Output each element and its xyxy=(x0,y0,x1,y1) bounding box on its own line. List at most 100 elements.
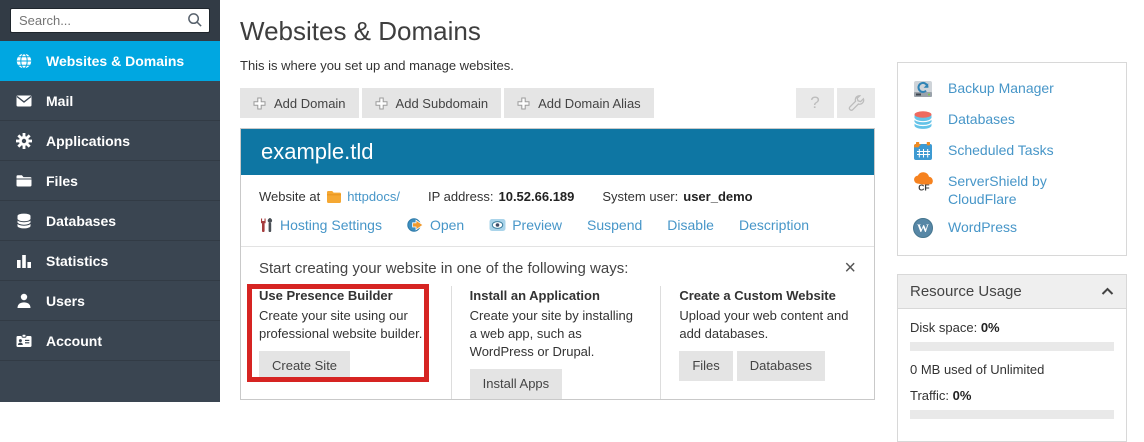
globe-icon xyxy=(15,52,33,70)
sidebar-nav: Websites & Domains Mail Applications Fil… xyxy=(0,41,220,361)
add-domain-alias-button[interactable]: Add Domain Alias xyxy=(504,88,654,118)
sidebar-item-label: Statistics xyxy=(46,253,108,269)
help-button[interactable]: ? xyxy=(796,88,834,118)
files-button[interactable]: Files xyxy=(679,351,732,381)
database-color-icon xyxy=(912,109,936,131)
add-subdomain-button[interactable]: Add Subdomain xyxy=(362,88,502,118)
sidebar-item-label: Websites & Domains xyxy=(46,53,184,69)
sidebar-item-users[interactable]: Users xyxy=(0,281,220,321)
sidebar: Websites & Domains Mail Applications Fil… xyxy=(0,0,220,402)
traffic-line: Traffic: 0% xyxy=(910,388,1114,403)
databases-button[interactable]: Databases xyxy=(737,351,825,381)
hosting-settings-link[interactable]: Hosting Settings xyxy=(259,217,382,233)
shortcut-label: WordPress xyxy=(948,218,1017,236)
suspend-link[interactable]: Suspend xyxy=(587,217,642,233)
option-custom-website: Create a Custom Website Upload your web … xyxy=(660,286,874,399)
shortcut-databases[interactable]: Databases xyxy=(912,105,1112,136)
sidebar-item-applications[interactable]: Applications xyxy=(0,121,220,161)
create-site-button[interactable]: Create Site xyxy=(259,351,350,381)
settings-button[interactable] xyxy=(837,88,875,118)
gear-icon xyxy=(15,132,33,150)
collapse-chevron-icon[interactable] xyxy=(1101,287,1114,296)
option-install-application: Install an Application Create your site … xyxy=(451,286,661,399)
open-site-label: Open xyxy=(430,217,464,233)
wordpress-icon: W xyxy=(912,217,936,239)
system-user-value: user_demo xyxy=(683,189,752,204)
preview-link[interactable]: Preview xyxy=(489,217,562,233)
page-subtitle: This is where you set up and manage webs… xyxy=(240,58,875,73)
mail-icon xyxy=(15,92,33,110)
add-domain-label: Add Domain xyxy=(274,96,346,111)
system-user-label: System user: xyxy=(602,189,678,204)
open-site-icon xyxy=(407,217,424,233)
sidebar-item-files[interactable]: Files xyxy=(0,161,220,201)
disk-space-label: Disk space: xyxy=(910,320,977,335)
getting-started-banner: Start creating your website in one of th… xyxy=(241,247,874,399)
shortcut-scheduled-tasks[interactable]: Scheduled Tasks xyxy=(912,136,1112,167)
option-description: Create your site by installing a web app… xyxy=(470,307,643,361)
plus-icon xyxy=(517,97,530,110)
search-bar xyxy=(0,0,220,41)
install-apps-button[interactable]: Install Apps xyxy=(470,369,563,399)
sidebar-item-websites-domains[interactable]: Websites & Domains xyxy=(0,41,220,81)
shortcut-wordpress[interactable]: W WordPress xyxy=(912,213,1112,244)
option-buttons: Files Databases xyxy=(679,351,856,381)
disk-space-value: 0% xyxy=(981,320,1000,335)
shortcut-servershield[interactable]: CF ServerShield by CloudFlare xyxy=(912,167,1112,213)
close-icon[interactable]: × xyxy=(844,258,856,278)
sidebar-item-label: Account xyxy=(46,333,102,349)
sidebar-item-databases[interactable]: Databases xyxy=(0,201,220,241)
domain-info-row: Website at httpdocs/ IP address: 10.52.6… xyxy=(259,189,856,204)
toolbar: Add Domain Add Subdomain Add Domain Alia… xyxy=(240,88,875,118)
plus-icon xyxy=(375,97,388,110)
backup-icon xyxy=(912,78,936,100)
disk-progress-bar xyxy=(910,342,1114,351)
domain-card-body: Website at httpdocs/ IP address: 10.52.6… xyxy=(241,175,874,399)
option-heading: Use Presence Builder xyxy=(259,288,433,303)
bar-chart-icon xyxy=(15,252,33,270)
user-icon xyxy=(15,292,33,310)
search-icon[interactable] xyxy=(187,12,203,28)
right-sidebar: Backup Manager Databases Scheduled Tasks… xyxy=(897,62,1127,442)
shortcut-label: Backup Manager xyxy=(948,79,1054,97)
disk-space-line: Disk space: 0% xyxy=(910,320,1114,335)
description-link[interactable]: Description xyxy=(739,217,809,233)
cloudflare-icon: CF xyxy=(912,171,936,193)
disable-link[interactable]: Disable xyxy=(667,217,714,233)
resource-usage-header[interactable]: Resource Usage xyxy=(898,275,1126,309)
add-domain-button[interactable]: Add Domain xyxy=(240,88,359,118)
toolbar-right: ? xyxy=(796,88,875,118)
open-site-link[interactable]: Open xyxy=(407,217,464,233)
add-domain-alias-label: Add Domain Alias xyxy=(538,96,641,111)
calendar-icon xyxy=(912,140,936,162)
folder-icon xyxy=(15,172,33,190)
sidebar-item-account[interactable]: Account xyxy=(0,321,220,361)
resource-usage-panel: Resource Usage Disk space: 0% 0 MB used … xyxy=(897,274,1127,442)
plus-icon xyxy=(253,97,266,110)
banner-options: Use Presence Builder Create your site us… xyxy=(241,286,874,399)
option-description: Upload your web content and add database… xyxy=(679,307,856,343)
wrench-icon xyxy=(847,94,865,112)
domain-actions-row: Hosting Settings Open Preview Suspend Di… xyxy=(259,217,856,233)
sidebar-item-mail[interactable]: Mail xyxy=(0,81,220,121)
resource-usage-title: Resource Usage xyxy=(910,283,1022,300)
shortcuts-panel: Backup Manager Databases Scheduled Tasks… xyxy=(897,62,1127,256)
option-presence-builder: Use Presence Builder Create your site us… xyxy=(241,286,451,399)
search-input[interactable] xyxy=(10,8,210,33)
ip-value: 10.52.66.189 xyxy=(498,189,574,204)
banner-header: Start creating your website in one of th… xyxy=(241,247,874,278)
domain-title: example.tld xyxy=(241,129,874,175)
option-heading: Install an Application xyxy=(470,288,643,303)
hosting-settings-label: Hosting Settings xyxy=(280,217,382,233)
httpdocs-link[interactable]: httpdocs/ xyxy=(347,189,400,204)
option-description: Create your site using our professional … xyxy=(259,307,433,343)
traffic-value: 0% xyxy=(953,388,972,403)
traffic-progress-bar xyxy=(910,410,1114,419)
sidebar-item-label: Users xyxy=(46,293,85,309)
domain-card: example.tld Website at httpdocs/ IP addr… xyxy=(240,128,875,400)
sidebar-item-statistics[interactable]: Statistics xyxy=(0,241,220,281)
shortcut-label: Databases xyxy=(948,110,1015,128)
page-title: Websites & Domains xyxy=(240,16,875,47)
shortcut-backup-manager[interactable]: Backup Manager xyxy=(912,74,1112,105)
sidebar-item-label: Databases xyxy=(46,213,116,229)
